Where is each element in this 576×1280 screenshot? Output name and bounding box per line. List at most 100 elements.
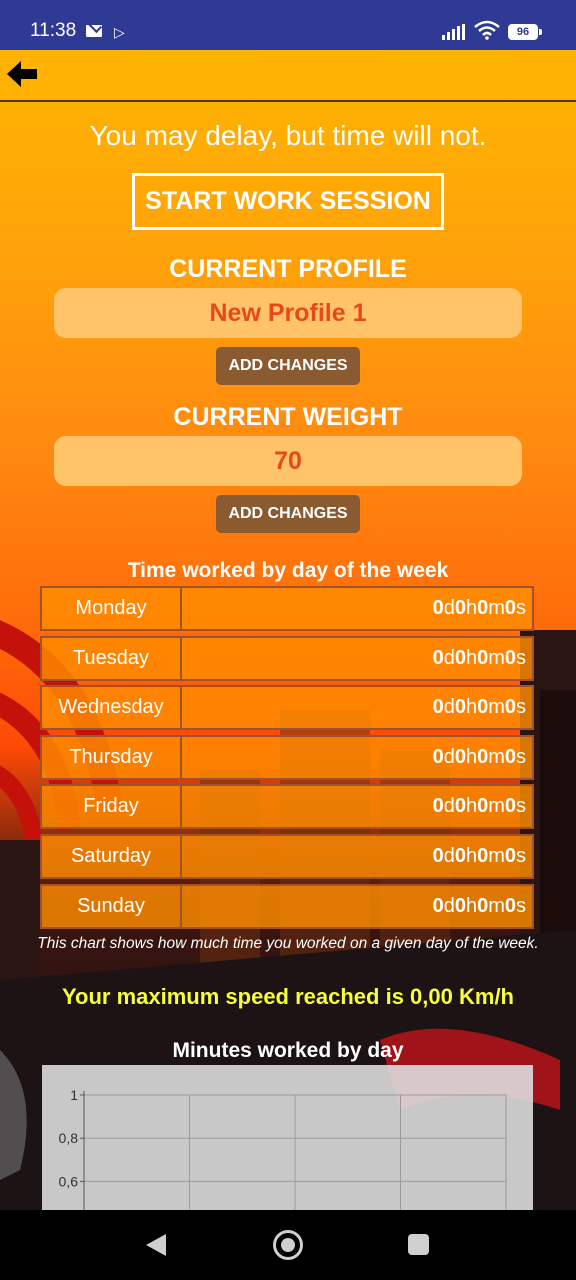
time-cell: 0d0h0m0s <box>182 588 532 629</box>
time-m-unit: m <box>488 745 505 768</box>
time-h-value: 0 <box>454 844 466 867</box>
nav-recents-icon[interactable] <box>408 1234 429 1255</box>
time-h-unit: h <box>465 597 478 619</box>
time-d-unit: d <box>443 844 455 867</box>
time-m-unit: m <box>488 894 505 917</box>
time-m-unit: m <box>488 646 505 669</box>
time-h-value: 0 <box>454 597 466 619</box>
time-h-unit: h <box>465 745 478 768</box>
weight-field[interactable]: 70 <box>54 436 522 486</box>
wifi-icon <box>474 20 500 40</box>
time-d-value: 0 <box>432 745 444 768</box>
arrow-left-icon <box>7 61 37 87</box>
time-cell: 0d0h0m0s <box>182 638 532 679</box>
time-cell: 0d0h0m0s <box>182 786 532 827</box>
time-m-unit: m <box>488 696 505 719</box>
table-row: Thursday 0 d 0 h 0 m 0 s <box>40 734 534 780</box>
time-d-unit: d <box>443 696 455 719</box>
time-m-value: 0 <box>477 696 489 719</box>
time-cell: 0d0h0m0s <box>182 886 532 927</box>
time-s-unit: s <box>516 745 526 768</box>
time-cell: 0d0h0m0s <box>182 836 532 877</box>
time-h-unit: h <box>465 894 478 917</box>
status-time: 11:38 <box>30 20 77 41</box>
time-d-value: 0 <box>432 597 444 619</box>
y-tick-label: 0,8 <box>59 1130 79 1146</box>
day-cell: Friday <box>42 786 182 828</box>
time-h-value: 0 <box>454 894 466 917</box>
table-row: Tuesday 0 d 0 h 0 m 0 s <box>40 635 534 681</box>
current-weight-title: CURRENT WEIGHT <box>173 403 403 431</box>
profile-field[interactable]: New Profile 1 <box>54 288 522 338</box>
time-d-value: 0 <box>432 646 444 669</box>
time-s-value: 0 <box>504 894 516 917</box>
mail-icon <box>86 25 102 37</box>
day-cell: Monday <box>42 588 182 629</box>
app-screen: You may delay, but time will not. START … <box>0 50 576 1210</box>
time-cell: 0d0h0m0s <box>182 687 532 728</box>
day-cell: Saturday <box>42 835 182 877</box>
time-h-unit: h <box>465 795 478 818</box>
time-d-unit: d <box>443 894 455 917</box>
table-row: Sunday 0 d 0 h 0 m 0 s <box>40 883 534 929</box>
time-s-unit: s <box>516 597 526 619</box>
time-h-unit: h <box>465 696 478 719</box>
nav-home-icon[interactable] <box>273 1230 303 1260</box>
time-m-unit: m <box>488 597 505 619</box>
time-m-value: 0 <box>477 597 489 619</box>
status-bar: 11:38 ▷ 96 <box>0 0 576 50</box>
nav-back-icon[interactable] <box>146 1234 166 1256</box>
time-cell: 0d0h0m0s <box>182 737 532 778</box>
current-profile-title: CURRENT PROFILE <box>169 255 407 283</box>
time-d-value: 0 <box>432 795 444 818</box>
motivational-quote: You may delay, but time will not. <box>89 120 487 151</box>
time-h-value: 0 <box>454 745 466 768</box>
time-d-unit: d <box>443 745 455 768</box>
add-changes-profile-button[interactable]: ADD CHANGES <box>216 347 360 385</box>
max-speed-text: Your maximum speed reached is 0,00 Km/h <box>62 984 514 1009</box>
time-m-value: 0 <box>477 844 489 867</box>
week-table-title: Time worked by day of the week <box>127 559 449 582</box>
day-cell: Wednesday <box>42 687 182 729</box>
time-s-unit: s <box>516 696 526 719</box>
time-s-value: 0 <box>504 646 516 669</box>
time-h-value: 0 <box>454 795 466 818</box>
minutes-chart: 1 0,8 0,6 <box>42 1065 533 1210</box>
minutes-chart-plot: 1 0,8 0,6 <box>59 1087 507 1210</box>
time-s-value: 0 <box>504 844 516 867</box>
play-icon: ▷ <box>114 24 125 40</box>
time-m-value: 0 <box>477 745 489 768</box>
table-row: Friday 0 d 0 h 0 m 0 s <box>40 784 534 830</box>
time-s-value: 0 <box>504 795 516 818</box>
time-m-value: 0 <box>477 795 489 818</box>
signal-icon <box>442 24 466 40</box>
time-s-value: 0 <box>504 745 516 768</box>
time-d-unit: d <box>443 646 455 669</box>
time-s-unit: s <box>516 646 526 669</box>
time-m-value: 0 <box>477 646 489 669</box>
toolbar <box>0 50 576 102</box>
add-changes-weight-button[interactable]: ADD CHANGES <box>216 495 360 533</box>
week-table-note: This chart shows how much time you worke… <box>37 935 539 952</box>
time-s-unit: s <box>516 795 526 818</box>
start-work-session-button[interactable]: START WORK SESSION <box>132 173 444 230</box>
table-row: Saturday 0 d 0 h 0 m 0 s <box>40 833 534 879</box>
back-button[interactable] <box>4 56 40 92</box>
table-row: Wednesday 0 d 0 h 0 m 0 s <box>40 685 534 731</box>
time-m-unit: m <box>488 795 505 818</box>
minutes-chart-title: Minutes worked by day <box>172 1039 404 1062</box>
time-h-value: 0 <box>454 696 466 719</box>
time-d-unit: d <box>443 795 455 818</box>
time-s-value: 0 <box>504 597 516 619</box>
y-tick-label: 0,6 <box>59 1173 79 1189</box>
time-h-unit: h <box>465 646 478 669</box>
time-m-value: 0 <box>477 894 489 917</box>
time-m-unit: m <box>488 844 505 867</box>
time-h-value: 0 <box>454 646 466 669</box>
time-s-value: 0 <box>504 696 516 719</box>
time-d-unit: d <box>443 597 455 619</box>
time-d-value: 0 <box>432 696 444 719</box>
day-cell: Tuesday <box>42 637 182 679</box>
day-cell: Thursday <box>42 736 182 778</box>
time-s-unit: s <box>516 894 526 917</box>
